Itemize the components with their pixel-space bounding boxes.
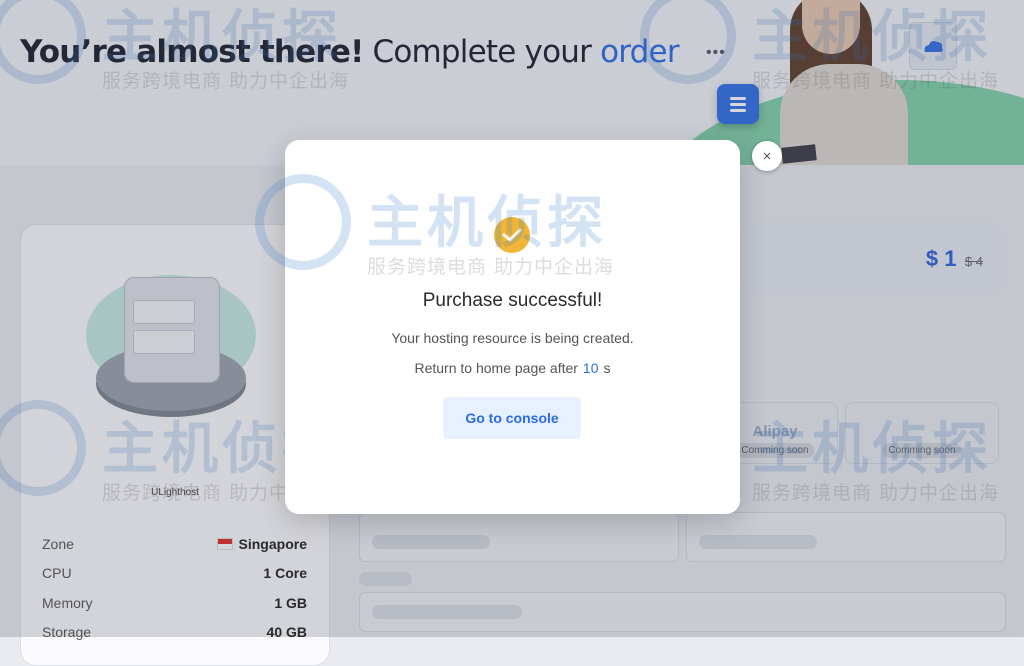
- timer-suffix: s: [603, 360, 611, 376]
- modal-description: Your hosting resource is being created.: [391, 330, 634, 346]
- go-to-console-button[interactable]: Go to console: [443, 397, 581, 439]
- redirect-timer: Return to home page after 10 s: [285, 360, 740, 376]
- watermark-brand: 主机侦探: [367, 191, 607, 256]
- purchase-success-modal: Purchase successful! Your hosting resour…: [255, 140, 740, 514]
- timer-prefix: Return to home page after: [414, 360, 578, 376]
- watermark-tagline: 服务跨境电商 助力中企出海: [367, 256, 615, 278]
- close-icon: ×: [762, 147, 772, 165]
- modal-title: Purchase successful!: [422, 290, 603, 311]
- check-icon: [494, 217, 530, 253]
- timer-countdown: 10: [582, 360, 599, 376]
- close-modal-button[interactable]: ×: [752, 141, 782, 171]
